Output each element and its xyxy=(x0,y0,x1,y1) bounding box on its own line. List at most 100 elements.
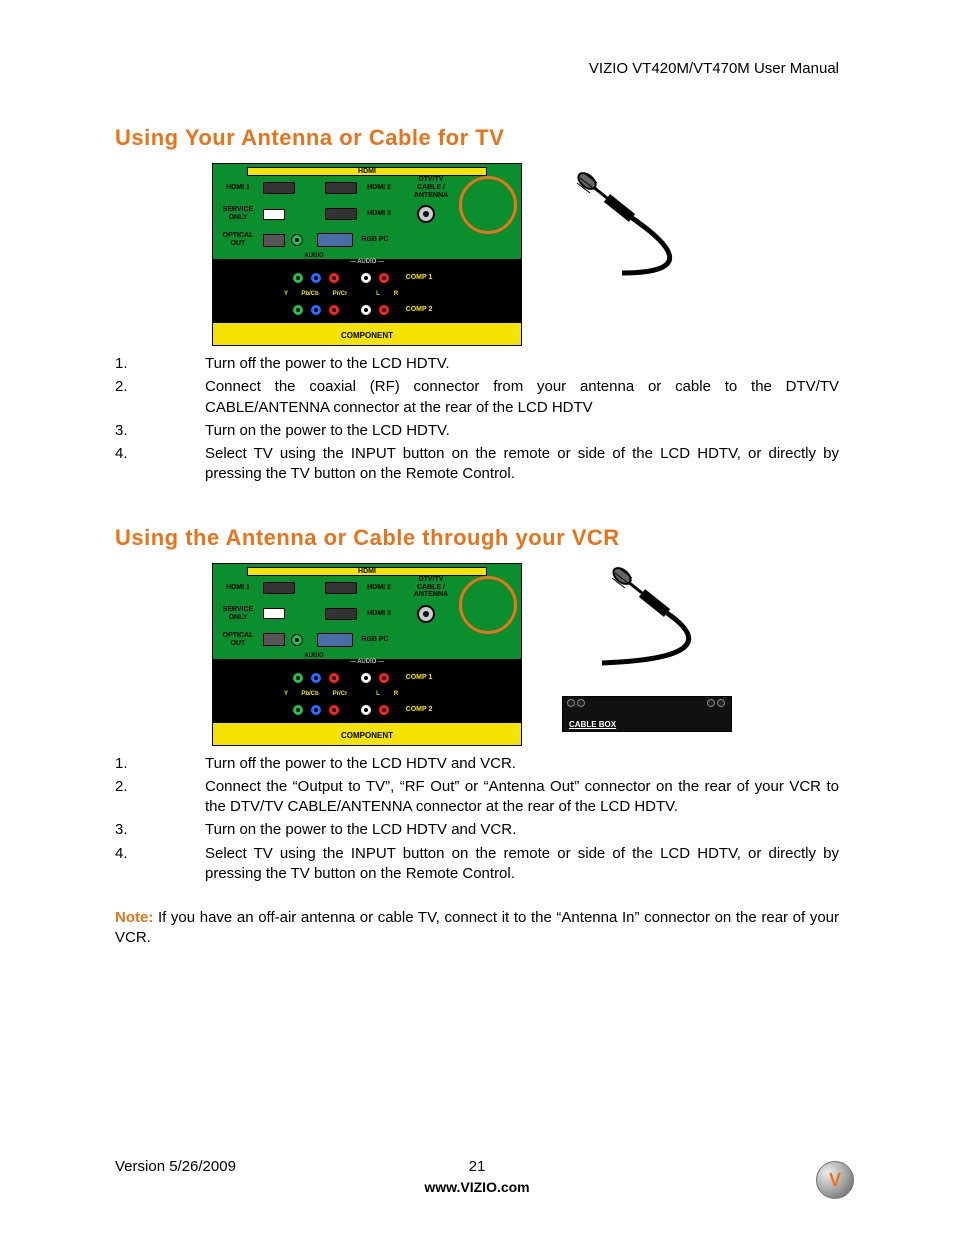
pr2-jack xyxy=(328,304,340,316)
pr-label: Pr/Cr xyxy=(328,291,352,297)
dtv-label: DTV/TV CABLE / ANTENNA xyxy=(401,576,461,599)
r-label: R xyxy=(390,291,402,297)
r-jack xyxy=(378,272,390,284)
hdmi2-label: HDMI 2 xyxy=(357,184,401,192)
step-item: Connect the coaxial (RF) connector from … xyxy=(115,377,839,418)
step-item: Turn off the power to the LCD HDTV and V… xyxy=(115,754,839,774)
pr-label: Pr/Cr xyxy=(328,691,352,697)
l-jack xyxy=(360,272,372,284)
optical-port xyxy=(263,234,285,247)
audio-jack xyxy=(291,634,303,646)
hdmi3-label: HDMI 3 xyxy=(357,210,401,218)
tv-connector-panel-2: HDMI HDMI 1 HDMI 2 DTV/TV CABLE / ANTENN… xyxy=(212,563,522,746)
highlight-circle-icon xyxy=(459,176,517,234)
vizio-logo-icon: V xyxy=(816,1161,854,1199)
pb2-jack xyxy=(310,304,322,316)
rgbpc-label: RGB PC xyxy=(353,236,397,244)
note-text: If you have an off-air antenna or cable … xyxy=(115,909,839,946)
manual-title: VIZIO VT420M/VT470M User Manual xyxy=(115,60,839,77)
step-item: Turn off the power to the LCD HDTV. xyxy=(115,354,839,374)
pb-label: Pb/Cb xyxy=(298,291,322,297)
l2-jack xyxy=(360,304,372,316)
hdmi2-label: HDMI 2 xyxy=(357,584,401,592)
service-label: SERVICE ONLY xyxy=(213,206,263,221)
l2-jack xyxy=(360,704,372,716)
hdmi1-port xyxy=(263,182,295,194)
cable-box-label: CABLE BOX xyxy=(563,718,731,731)
pr-jack xyxy=(328,272,340,284)
hdmi3-port xyxy=(325,608,357,620)
service-port xyxy=(263,209,285,220)
hdmi2-port xyxy=(325,182,357,194)
coax-cable-icon xyxy=(562,163,742,283)
comp1-label: COMP 1 xyxy=(396,674,442,682)
y2-jack xyxy=(292,704,304,716)
r2-jack xyxy=(378,704,390,716)
step-item: Turn on the power to the LCD HDTV. xyxy=(115,421,839,441)
optical-label: OPTICAL OUT xyxy=(213,232,263,247)
comp2-label: COMP 2 xyxy=(396,706,442,714)
hdmi2-port xyxy=(325,582,357,594)
pb-jack xyxy=(310,672,322,684)
coax-connector xyxy=(417,205,435,223)
footer-url: www.VIZIO.com xyxy=(115,1179,839,1195)
step-item: Connect the “Output to TV”, “RF Out” or … xyxy=(115,777,839,818)
l-jack xyxy=(360,672,372,684)
audio-header-label: AUDIO xyxy=(357,259,376,265)
rgbpc-label: RGB PC xyxy=(353,636,397,644)
section1-diagram: HDMI HDMI 1 HDMI 2 DTV/TV CABLE / ANTENN… xyxy=(115,163,839,346)
vga-port xyxy=(317,233,353,247)
y-jack xyxy=(292,672,304,684)
footer-version: Version 5/26/2009 xyxy=(115,1158,457,1175)
highlight-circle-icon xyxy=(459,576,517,634)
l-label: L xyxy=(372,291,384,297)
y-label: Y xyxy=(280,691,292,697)
section1-steps: Turn off the power to the LCD HDTV. Conn… xyxy=(115,354,839,485)
note-paragraph: Note: If you have an off-air antenna or … xyxy=(115,908,839,949)
note-label: Note: xyxy=(115,909,153,926)
service-port xyxy=(263,608,285,619)
dtv-label: DTV/TV CABLE / ANTENNA xyxy=(401,176,461,199)
section1-heading: Using Your Antenna or Cable for TV xyxy=(115,125,839,151)
optical-label: OPTICAL OUT xyxy=(213,632,263,647)
pr2-jack xyxy=(328,704,340,716)
vcr-diagram: CABLE BOX xyxy=(562,563,742,732)
r-label: R xyxy=(390,691,402,697)
hdmi1-port xyxy=(263,582,295,594)
r-jack xyxy=(378,672,390,684)
hdmi1-label: HDMI 1 xyxy=(213,584,263,592)
section2-heading: Using the Antenna or Cable through your … xyxy=(115,525,839,551)
hdmi3-port xyxy=(325,208,357,220)
audio-header-label: AUDIO xyxy=(357,659,376,665)
hdmi3-label: HDMI 3 xyxy=(357,610,401,618)
component-label: COMPONENT xyxy=(341,331,393,340)
component-label: COMPONENT xyxy=(341,731,393,740)
section2-diagram: HDMI HDMI 1 HDMI 2 DTV/TV CABLE / ANTENN… xyxy=(115,563,839,746)
tv-connector-panel: HDMI HDMI 1 HDMI 2 DTV/TV CABLE / ANTENN… xyxy=(212,163,522,346)
step-item: Turn on the power to the LCD HDTV and VC… xyxy=(115,820,839,840)
y-label: Y xyxy=(280,291,292,297)
hdmi1-label: HDMI 1 xyxy=(213,184,263,192)
section2-steps: Turn off the power to the LCD HDTV and V… xyxy=(115,754,839,885)
pb2-jack xyxy=(310,704,322,716)
step-item: Select TV using the INPUT button on the … xyxy=(115,444,839,485)
footer-page-number: 21 xyxy=(457,1158,497,1175)
hdmi-header-label: HDMI xyxy=(247,167,487,176)
pr-jack xyxy=(328,672,340,684)
pb-label: Pb/Cb xyxy=(298,691,322,697)
y2-jack xyxy=(292,304,304,316)
service-label: SERVICE ONLY xyxy=(213,606,263,621)
pb-jack xyxy=(310,272,322,284)
comp2-label: COMP 2 xyxy=(396,306,442,314)
comp1-label: COMP 1 xyxy=(396,274,442,282)
y-jack xyxy=(292,272,304,284)
optical-port xyxy=(263,633,285,646)
hdmi-header-label: HDMI xyxy=(247,567,487,576)
vga-port xyxy=(317,633,353,647)
r2-jack xyxy=(378,304,390,316)
coax-connector xyxy=(417,605,435,623)
page-footer: Version 5/26/2009 21 www.VIZIO.com xyxy=(115,1158,839,1195)
cable-box-device: CABLE BOX xyxy=(562,696,732,732)
audio-jack xyxy=(291,234,303,246)
l-label: L xyxy=(372,691,384,697)
